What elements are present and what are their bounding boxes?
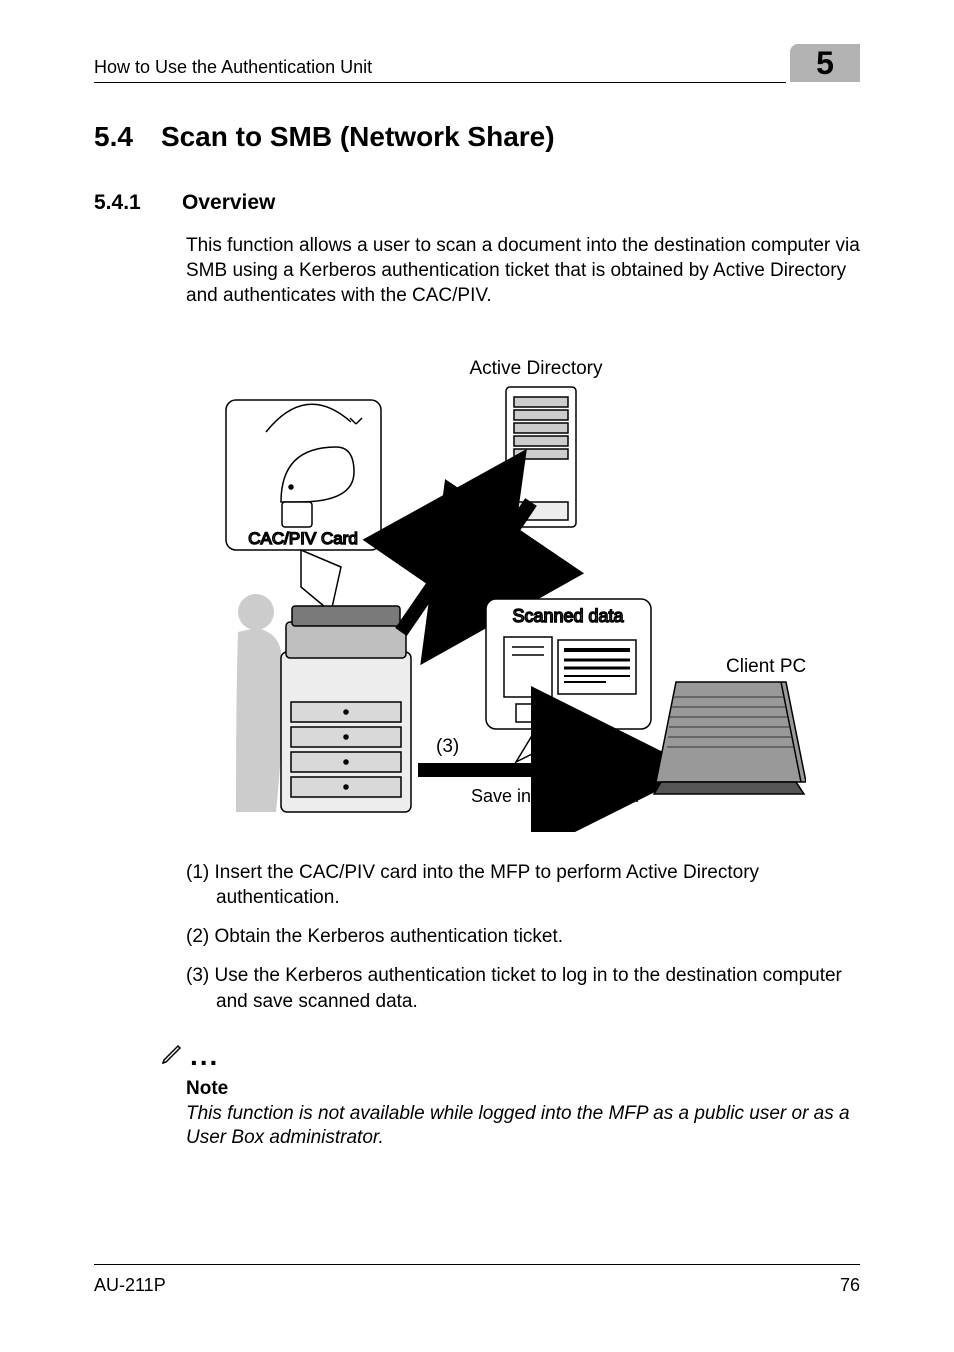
subsection-number: 5.4.1 [94, 191, 148, 215]
person-icon [236, 594, 283, 812]
process-diagram-svg: Active Directory [186, 352, 806, 832]
mfp-icon [281, 606, 411, 812]
step-3: (3) Use the Kerberos authentication tick… [186, 963, 860, 1013]
subsection-title: Overview [182, 191, 275, 215]
page-footer: AU-211P 76 [94, 1264, 860, 1296]
note-text: This function is not available while log… [186, 1102, 860, 1151]
step-2: (2) Obtain the Kerberos authentication t… [186, 924, 860, 949]
section-number: 5.4 [94, 121, 133, 153]
server-icon [506, 387, 576, 527]
page-header-row: How to Use the Authentication Unit 5 [94, 44, 860, 82]
intro-paragraph: This function allows a user to scan a do… [186, 233, 860, 308]
label-scanned-data: Scanned data [512, 606, 624, 626]
process-diagram: Active Directory [186, 352, 806, 832]
chapter-tab: 5 [790, 44, 860, 82]
subsection-heading: 5.4.1 Overview [94, 191, 860, 215]
scanned-data-icon: Scanned data [486, 599, 651, 762]
note-title: Note [186, 1078, 860, 1100]
label-arrow-1: (1) [412, 516, 435, 537]
intro-paragraph-block: This function allows a user to scan a do… [186, 233, 860, 308]
label-save-in-shared-folder: Save in shared folder [471, 786, 641, 806]
card-reader-icon: CAC/PIV Card [226, 400, 381, 612]
note-dots: ... [190, 1040, 219, 1072]
label-client-pc: Client PC [726, 656, 806, 677]
label-arrow-3: (3) [436, 736, 459, 757]
pencil-icon [160, 1042, 184, 1072]
footer-page-number: 76 [840, 1275, 860, 1296]
label-arrow-2: (2) [464, 560, 487, 581]
running-head: How to Use the Authentication Unit [94, 57, 372, 82]
note-block: ... Note This function is not available … [186, 1040, 860, 1151]
document-page: How to Use the Authentication Unit 5 5.4… [0, 0, 954, 1352]
content-area: 5.4 Scan to SMB (Network Share) 5.4.1 Ov… [94, 83, 860, 1151]
label-active-directory: Active Directory [469, 358, 603, 379]
section-heading: 5.4 Scan to SMB (Network Share) [94, 121, 860, 153]
footer-model: AU-211P [94, 1275, 166, 1296]
step-1: (1) Insert the CAC/PIV card into the MFP… [186, 860, 860, 910]
label-cac-piv-card: CAC/PIV Card [248, 529, 358, 548]
laptop-icon [654, 682, 806, 794]
section-title: Scan to SMB (Network Share) [161, 121, 555, 153]
steps-list: (1) Insert the CAC/PIV card into the MFP… [186, 860, 860, 1013]
